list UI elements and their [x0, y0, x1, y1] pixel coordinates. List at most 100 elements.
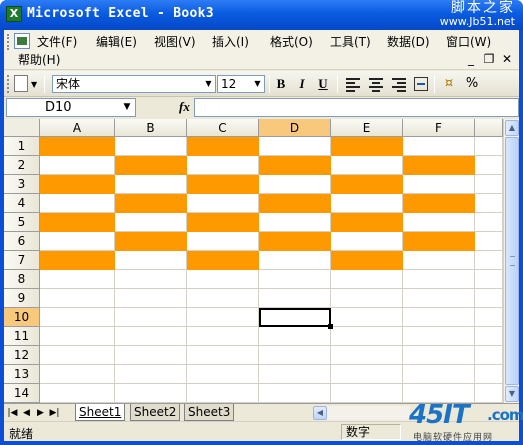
cell-e13[interactable]	[331, 365, 403, 384]
menu-tools[interactable]: 工具(T)	[327, 34, 374, 50]
cell-d14[interactable]	[259, 384, 331, 403]
cell-b12[interactable]	[115, 346, 187, 365]
column-header-e[interactable]: E	[331, 119, 403, 137]
cell-f10[interactable]	[403, 308, 475, 327]
font-name-select[interactable]: 宋体 ▼	[52, 75, 216, 93]
cell-b3[interactable]	[115, 175, 187, 194]
chevron-down-icon[interactable]: ▼	[119, 99, 135, 116]
cell-a9[interactable]	[40, 289, 115, 308]
cell-c1[interactable]	[187, 137, 259, 156]
cell-a1[interactable]	[40, 137, 115, 156]
cell-a4[interactable]	[40, 194, 115, 213]
cell-f7[interactable]	[403, 251, 475, 270]
align-left-icon[interactable]	[346, 77, 360, 92]
cell-g7[interactable]	[475, 251, 503, 270]
merge-center-icon[interactable]	[414, 77, 428, 91]
cell-b11[interactable]	[115, 327, 187, 346]
row-header-13[interactable]: 13	[4, 365, 40, 384]
cell-d9[interactable]	[259, 289, 331, 308]
cell-g13[interactable]	[475, 365, 503, 384]
cell-f2[interactable]	[403, 156, 475, 175]
vertical-scrollbar[interactable]: ▲ ▼	[503, 119, 519, 403]
align-center-icon[interactable]	[369, 77, 383, 92]
cell-f11[interactable]	[403, 327, 475, 346]
cell-f12[interactable]	[403, 346, 475, 365]
cell-d1[interactable]	[259, 137, 331, 156]
menu-file[interactable]: 文件(F)	[34, 34, 80, 50]
cell-d12[interactable]	[259, 346, 331, 365]
column-header-a[interactable]: A	[40, 119, 115, 137]
cell-d11[interactable]	[259, 327, 331, 346]
cell-e2[interactable]	[331, 156, 403, 175]
cell-b9[interactable]	[115, 289, 187, 308]
tab-sheet2[interactable]: Sheet2	[130, 404, 181, 421]
cell-b14[interactable]	[115, 384, 187, 403]
row-header-1[interactable]: 1	[4, 137, 40, 156]
column-header-b[interactable]: B	[115, 119, 187, 137]
cell-g4[interactable]	[475, 194, 503, 213]
menu-view[interactable]: 视图(V)	[151, 34, 199, 50]
last-sheet-icon[interactable]: ▶|	[49, 406, 60, 420]
cell-f8[interactable]	[403, 270, 475, 289]
font-size-select[interactable]: 12 ▼	[217, 75, 265, 93]
cell-e10[interactable]	[331, 308, 403, 327]
column-header-d[interactable]: D	[259, 119, 331, 137]
cell-c12[interactable]	[187, 346, 259, 365]
cell-c13[interactable]	[187, 365, 259, 384]
cell-g9[interactable]	[475, 289, 503, 308]
cell-a6[interactable]	[40, 232, 115, 251]
cell-a10[interactable]	[40, 308, 115, 327]
cell-b2[interactable]	[115, 156, 187, 175]
cell-f6[interactable]	[403, 232, 475, 251]
row-header-6[interactable]: 6	[4, 232, 40, 251]
workbook-icon[interactable]	[14, 33, 30, 49]
column-header-f[interactable]: F	[403, 119, 475, 137]
cell-a8[interactable]	[40, 270, 115, 289]
cell-g14[interactable]	[475, 384, 503, 403]
percent-button[interactable]: %	[463, 75, 481, 93]
cell-g1[interactable]	[475, 137, 503, 156]
cell-a14[interactable]	[40, 384, 115, 403]
cell-b10[interactable]	[115, 308, 187, 327]
workbook-restore-button[interactable]: ❐	[481, 51, 497, 67]
row-header-7[interactable]: 7	[4, 251, 40, 270]
cell-f5[interactable]	[403, 213, 475, 232]
horizontal-scrollbar[interactable]: ◀	[313, 406, 410, 420]
cell-a11[interactable]	[40, 327, 115, 346]
cell-b7[interactable]	[115, 251, 187, 270]
cell-e7[interactable]	[331, 251, 403, 270]
cell-c3[interactable]	[187, 175, 259, 194]
scroll-up-icon[interactable]: ▲	[505, 120, 519, 136]
menu-edit[interactable]: 编辑(E)	[93, 34, 140, 50]
cell-c14[interactable]	[187, 384, 259, 403]
menu-help[interactable]: 帮助(H)	[15, 52, 63, 68]
cell-e3[interactable]	[331, 175, 403, 194]
cell-c5[interactable]	[187, 213, 259, 232]
cell-d3[interactable]	[259, 175, 331, 194]
cell-d7[interactable]	[259, 251, 331, 270]
next-sheet-icon[interactable]: ▶	[35, 406, 46, 420]
column-header-c[interactable]: C	[187, 119, 259, 137]
cell-c4[interactable]	[187, 194, 259, 213]
currency-icon[interactable]: ¤	[440, 75, 458, 93]
cell-e4[interactable]	[331, 194, 403, 213]
chevron-down-icon[interactable]: ▼	[251, 76, 264, 92]
row-header-3[interactable]: 3	[4, 175, 40, 194]
row-header-11[interactable]: 11	[4, 327, 40, 346]
tab-sheet1[interactable]: Sheet1	[75, 404, 126, 421]
cell-b8[interactable]	[115, 270, 187, 289]
row-header-14[interactable]: 14	[4, 384, 40, 403]
cell-a3[interactable]	[40, 175, 115, 194]
row-header-10[interactable]: 10	[4, 308, 40, 327]
cell-a5[interactable]	[40, 213, 115, 232]
cell-b4[interactable]	[115, 194, 187, 213]
worksheet-grid[interactable]: A B C D E F 1 2 3 4 5 6 7 8 9 10 11 12 13 14	[4, 119, 503, 403]
cell-f13[interactable]	[403, 365, 475, 384]
row-header-9[interactable]: 9	[4, 289, 40, 308]
row-header-8[interactable]: 8	[4, 270, 40, 289]
workbook-minimize-button[interactable]: _	[463, 51, 479, 67]
menu-insert[interactable]: 插入(I)	[209, 34, 252, 50]
cell-a12[interactable]	[40, 346, 115, 365]
workbook-close-button[interactable]: ✕	[499, 51, 515, 67]
cell-c10[interactable]	[187, 308, 259, 327]
